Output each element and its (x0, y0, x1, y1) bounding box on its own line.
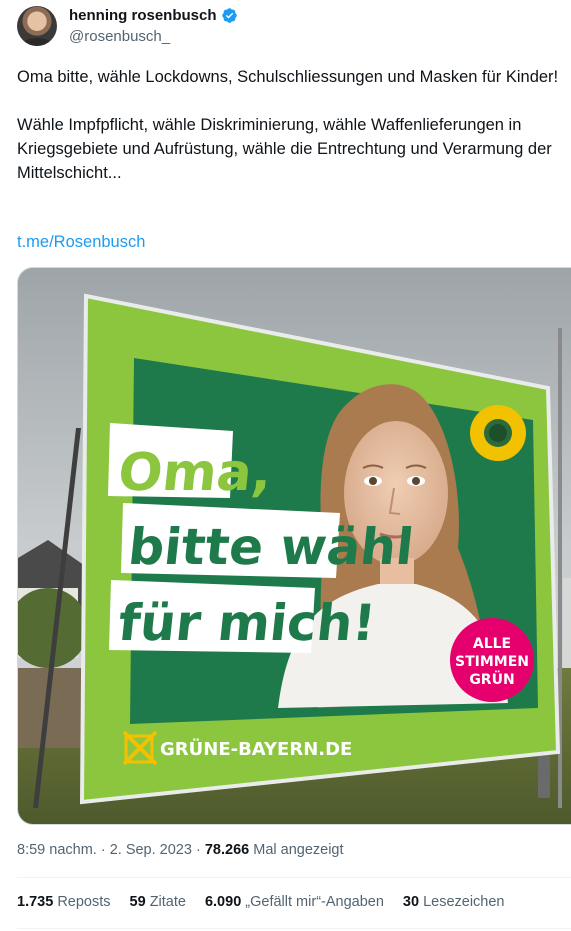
svg-text:STIMMEN: STIMMEN (455, 654, 529, 670)
svg-text:ALLE: ALLE (473, 636, 511, 652)
author-name-row: henning rosenbusch (69, 7, 238, 24)
reposts-stat[interactable]: 1.735 Reposts (17, 894, 111, 910)
views-label: Mal angezeigt (253, 842, 344, 858)
bookmarks-stat[interactable]: 30 Lesezeichen (403, 894, 505, 910)
likes-stat[interactable]: 6.090 „Gefällt mir“-Angaben (205, 894, 384, 910)
divider (17, 928, 571, 929)
avatar[interactable] (17, 6, 57, 46)
author-handle[interactable]: @rosenbusch_ (69, 28, 170, 45)
alle-stimmen-gruen-badge: ALLE STIMMEN GRÜN (450, 618, 534, 702)
tweet-text: Oma bitte, wähle Lockdowns, Schulschlies… (17, 68, 559, 182)
verified-badge-icon (221, 8, 237, 23)
svg-text:GRÜN: GRÜN (469, 670, 514, 688)
tweet-stats: 1.735 Reposts 59 Zitate 6.090 „Gefällt m… (17, 894, 505, 910)
poster-photo: Oma, bitte wähl für mich! ALLE STIMMEN G… (18, 268, 571, 824)
tweet-meta: 8:59 nachm. · 2. Sep. 2023 · 78.266 Mal … (17, 842, 344, 858)
tweet-date[interactable]: 2. Sep. 2023 (110, 842, 192, 858)
divider (17, 877, 571, 878)
poster-footer: GRÜNE-BAYERN.DE (160, 738, 352, 760)
poster-line-2: bitte wähl (126, 517, 417, 576)
views-count: 78.266 (204, 842, 250, 858)
tweet-media-image[interactable]: Oma, bitte wähl für mich! ALLE STIMMEN G… (17, 267, 571, 825)
tweet-link[interactable]: t.me/Rosenbusch (17, 233, 145, 252)
meta-separator: · (100, 842, 110, 858)
author-name[interactable]: henning rosenbusch (69, 7, 217, 24)
poster-line-1: Oma, (115, 443, 274, 503)
quotes-stat[interactable]: 59 Zitate (130, 894, 186, 910)
poster-line-3: für mich! (116, 593, 379, 652)
meta-separator: · (195, 842, 205, 858)
sunflower-icon (470, 405, 526, 461)
tweet-time[interactable]: 8:59 nachm. (17, 842, 97, 858)
tweet-header: henning rosenbusch @rosenbusch_ (17, 4, 571, 48)
